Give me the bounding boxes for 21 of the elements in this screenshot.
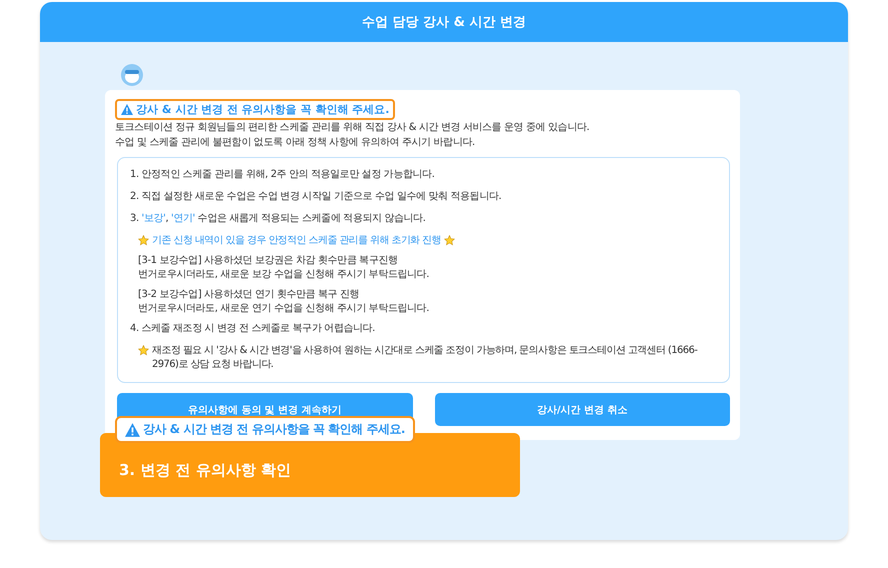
star-icon bbox=[138, 235, 149, 246]
warning-icon bbox=[121, 104, 133, 115]
star-icon bbox=[138, 345, 149, 356]
step-title: 3. 변경 전 유의사항 확인 bbox=[119, 461, 292, 480]
intro-text: 토크스테이션 정규 회원님들의 편리한 스케줄 관리를 위해 직접 강사 & 시간 변경 서비스를 운영 중에 있습니다. bbox=[115, 121, 590, 135]
intro-text: 수업 및 스케줄 관리에 불편함이 없도록 아래 정책 사항에 유의하여 주시기 바랍니다. bbox=[115, 136, 476, 150]
note-text: [3-1 보강수업] 사용하셨던 보강권은 차감 횟수만큼 복구진행 bbox=[138, 254, 399, 268]
note-text: 재조정 필요 시 '강사 & 시간 변경'을 사용하여 원하는 시간대로 스케줄 조정이 가능하며, 문의사항은 토크스테이션 고객센터 (1666-2976)로 상담 요청 바랍니다. bbox=[152, 344, 698, 372]
rule-text: 3. '보강', '연기' 수업은 새롭게 적용되는 스케줄에 적용되지 않습니다. bbox=[130, 212, 427, 226]
note-text: 번거로우시더라도, 새로운 연기 수업을 신청해 주시기 부탁드립니다. bbox=[138, 302, 430, 316]
note-text: 번거로우시더라도, 새로운 보강 수업을 신청해 주시기 부탁드립니다. bbox=[138, 268, 430, 282]
note-text: [3-2 보강수업] 사용하셨던 연기 횟수만큼 복구 진행 bbox=[138, 288, 360, 302]
rule-text: 2. 직접 설정한 새로운 수업은 수업 변경 시작일 기준으로 수업 일수에 맞춰 적용됩니다. bbox=[130, 190, 502, 204]
action-button[interactable]: 강사/시간 변경 취소 bbox=[434, 393, 730, 426]
window-title: 수업 담당 강사 & 시간 변경 bbox=[362, 14, 526, 31]
warning-icon bbox=[125, 422, 140, 436]
note-text: 기존 신청 내역이 있을 경우 안정적인 스케줄 관리를 위해 초기화 진행 bbox=[152, 234, 441, 248]
rule-text: 1. 안정적인 스케줄 관리를 위해, 2주 안의 적용일로만 설정 가능합니다. bbox=[130, 168, 436, 182]
notice-title: 강사 & 시간 변경 전 유의사항을 꼭 확인해 주세요. bbox=[136, 102, 390, 117]
rule-text: 4. 스케줄 재조정 시 변경 전 스케줄로 복구가 어렵습니다. bbox=[130, 322, 376, 336]
mascot-icon bbox=[121, 64, 143, 86]
